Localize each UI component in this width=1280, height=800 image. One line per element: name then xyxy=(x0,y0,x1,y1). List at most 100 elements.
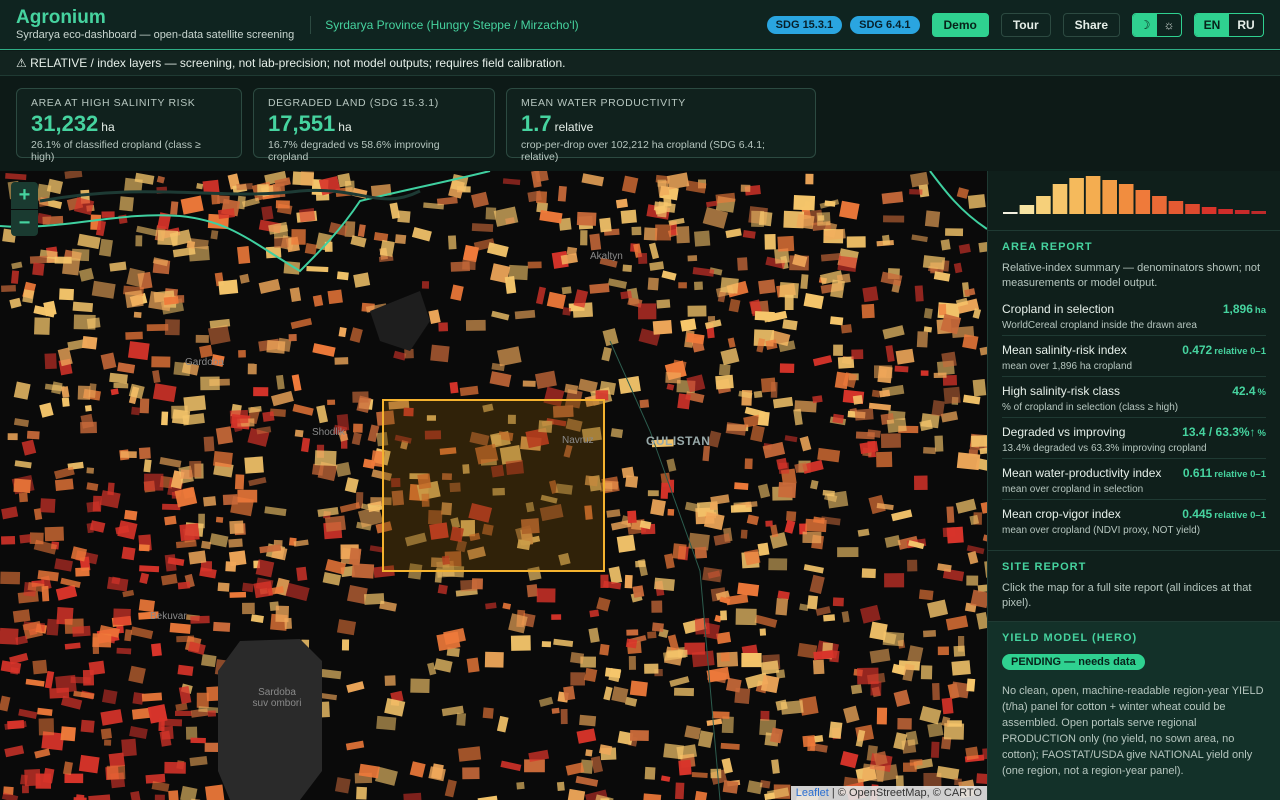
lang-ru-button[interactable]: RU xyxy=(1229,14,1263,36)
field-patch xyxy=(351,432,362,446)
field-patch xyxy=(72,625,91,637)
field-patch xyxy=(784,435,798,443)
field-patch xyxy=(667,649,688,658)
field-patch xyxy=(638,252,648,264)
field-patch xyxy=(489,371,512,388)
tour-button[interactable]: Tour xyxy=(1000,12,1051,37)
share-button[interactable]: Share xyxy=(1062,12,1120,37)
map-layer[interactable] xyxy=(0,171,987,800)
field-patch xyxy=(722,780,739,794)
field-patch xyxy=(502,178,521,186)
field-patch xyxy=(100,352,117,370)
field-patch xyxy=(715,374,734,390)
field-patch xyxy=(60,726,76,742)
field-patch xyxy=(962,394,981,405)
field-patch xyxy=(651,600,663,613)
field-patch xyxy=(951,660,971,676)
zoom-out-button[interactable]: − xyxy=(11,209,38,236)
field-patch xyxy=(829,316,844,326)
field-patch xyxy=(721,716,734,734)
leaflet-link[interactable]: Leaflet xyxy=(796,787,829,799)
field-patch xyxy=(12,609,31,623)
field-patch xyxy=(924,210,941,228)
selection-rectangle[interactable] xyxy=(382,399,605,572)
field-patch xyxy=(38,718,55,736)
field-patch xyxy=(528,749,550,762)
field-patch xyxy=(940,239,951,251)
sun-icon[interactable]: ☼ xyxy=(1157,14,1181,36)
field-patch xyxy=(465,319,486,331)
field-patch xyxy=(861,303,875,319)
field-patch xyxy=(628,656,636,670)
field-patch xyxy=(438,322,449,332)
moon-icon[interactable]: ☽ xyxy=(1133,13,1157,36)
field-patch xyxy=(775,598,789,616)
field-patch xyxy=(720,347,740,366)
field-patch xyxy=(687,255,698,262)
field-patch xyxy=(772,396,794,409)
map-canvas[interactable]: + − Akaltyn Gardoba Shodlik Navruz GULIS… xyxy=(0,171,987,800)
field-patch xyxy=(691,771,708,779)
field-patch xyxy=(553,638,574,648)
field-patch xyxy=(317,506,339,518)
field-patch xyxy=(236,182,253,191)
field-patch xyxy=(77,385,91,400)
sdg-badge-15-3-1[interactable]: SDG 15.3.1 xyxy=(766,15,843,34)
field-patch xyxy=(55,674,77,694)
zoom-in-button[interactable]: + xyxy=(11,182,38,209)
field-patch xyxy=(938,304,947,316)
field-patch xyxy=(82,669,95,686)
field-patch xyxy=(457,746,482,762)
sdg-badge-6-4-1[interactable]: SDG 6.4.1 xyxy=(850,15,920,34)
field-patch xyxy=(563,685,576,701)
field-patch xyxy=(674,687,694,697)
field-patch xyxy=(551,614,562,620)
field-patch xyxy=(106,765,126,780)
field-patch xyxy=(840,751,859,769)
field-patch xyxy=(684,725,701,740)
field-patch xyxy=(652,319,673,335)
field-patch xyxy=(615,198,628,209)
field-patch xyxy=(120,451,137,459)
field-patch xyxy=(409,761,426,778)
field-patch xyxy=(779,363,795,374)
demo-button[interactable]: Demo xyxy=(931,12,989,37)
kpi-number: 17,551 xyxy=(268,111,336,136)
field-patch xyxy=(437,584,448,595)
histogram-bar xyxy=(1152,196,1167,214)
row-label: Mean crop-vigor index xyxy=(1002,507,1121,521)
row-value: 0.472 xyxy=(1182,343,1213,357)
field-patch xyxy=(353,272,371,288)
field-patch xyxy=(522,380,536,387)
field-patch xyxy=(131,406,141,416)
field-patch xyxy=(624,574,633,589)
field-patch xyxy=(78,754,100,774)
field-patch xyxy=(86,317,101,329)
field-patch xyxy=(150,643,162,657)
field-patch xyxy=(54,478,74,491)
field-patch xyxy=(334,777,351,794)
field-patch xyxy=(349,547,362,566)
field-patch xyxy=(820,253,842,262)
row-value-group: 1,896 ha xyxy=(1223,300,1266,318)
field-patch xyxy=(11,261,23,270)
field-patch xyxy=(734,687,751,704)
field-patch xyxy=(760,674,780,694)
field-patch xyxy=(815,606,831,616)
report-row: Mean crop-vigor index 0.445 relative 0–1 m… xyxy=(1002,500,1266,540)
field-patch xyxy=(344,477,359,494)
field-patch xyxy=(101,211,115,218)
field-patch xyxy=(215,516,224,523)
field-patch xyxy=(920,665,933,680)
field-patch xyxy=(187,641,206,656)
region-link[interactable]: Syrdarya Province (Hungry Steppe / Mirza… xyxy=(310,15,579,34)
lang-en-button[interactable]: EN xyxy=(1195,13,1229,36)
field-patch xyxy=(650,499,666,516)
field-patch xyxy=(796,213,815,230)
field-patch xyxy=(124,290,144,309)
field-patch xyxy=(764,234,776,250)
field-patch xyxy=(922,255,946,270)
row-label: Mean salinity-risk index xyxy=(1002,343,1127,357)
field-patch xyxy=(945,228,964,237)
field-patch xyxy=(10,270,20,284)
